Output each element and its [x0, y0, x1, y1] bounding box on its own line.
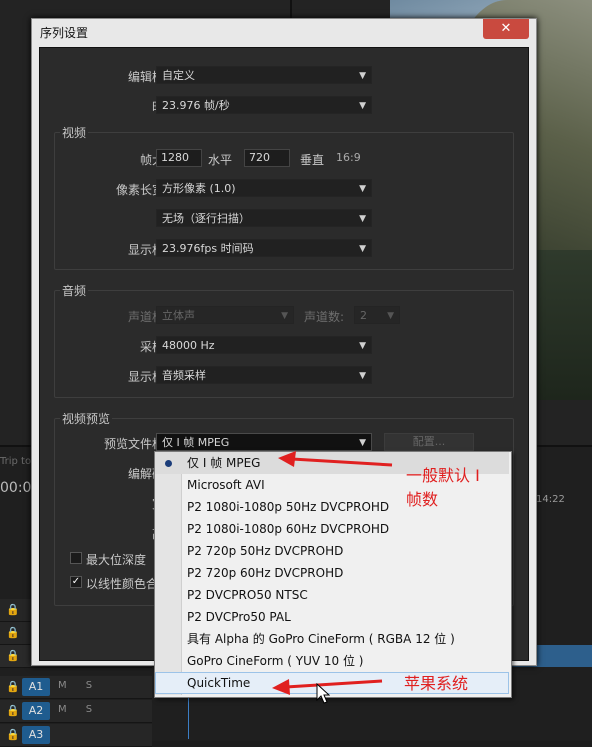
- annotation-arrow: [278, 451, 393, 467]
- mouse-cursor-icon: [316, 683, 330, 704]
- annotation-arrows: [272, 451, 393, 695]
- annotation-note-apple: 苹果系统: [404, 674, 469, 693]
- annotation-note-default: 一般默认 I: [406, 466, 480, 485]
- annotation-note-default-line2: 帧数: [406, 490, 439, 509]
